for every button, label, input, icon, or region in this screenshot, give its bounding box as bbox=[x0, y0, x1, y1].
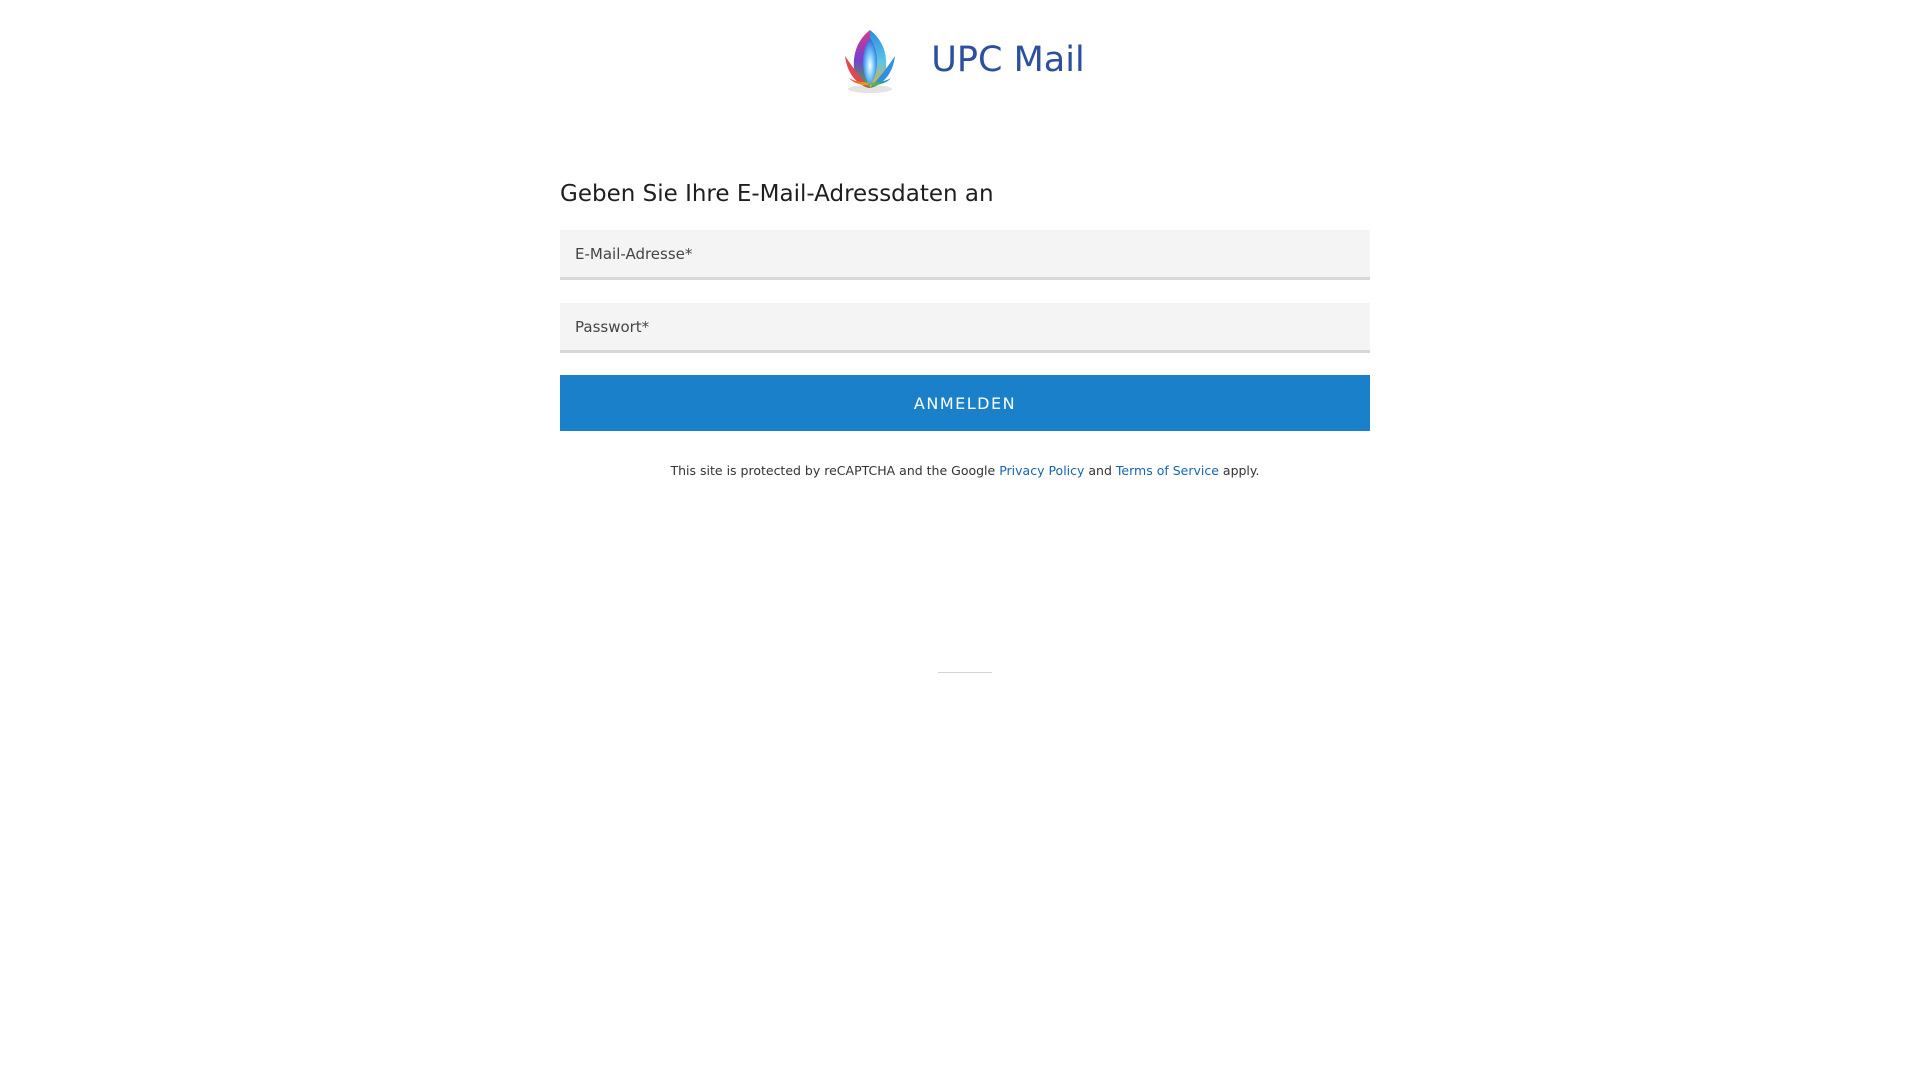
email-field[interactable] bbox=[560, 230, 1370, 277]
recaptcha-and: and bbox=[1088, 463, 1112, 478]
password-field-wrapper bbox=[560, 303, 1370, 353]
login-form: Geben Sie Ihre E-Mail-Adressdaten an ANM… bbox=[560, 176, 1370, 478]
recaptcha-prefix: This site is protected by reCAPTCHA and … bbox=[670, 463, 996, 478]
privacy-policy-link[interactable]: Privacy Policy bbox=[999, 463, 1084, 478]
login-button[interactable]: ANMELDEN bbox=[560, 375, 1370, 431]
logo: UPC Mail bbox=[839, 26, 1085, 94]
email-field-wrapper bbox=[560, 230, 1370, 280]
login-page: UPC Mail Geben Sie Ihre E-Mail-Adressdat… bbox=[0, 0, 1920, 1080]
header: UPC Mail bbox=[0, 26, 1920, 94]
divider bbox=[938, 672, 992, 673]
recaptcha-suffix: apply. bbox=[1222, 463, 1260, 478]
brand-title: UPC Mail bbox=[931, 40, 1085, 80]
password-field[interactable] bbox=[560, 303, 1370, 350]
upc-lotus-logo-icon bbox=[845, 30, 896, 93]
terms-of-service-link[interactable]: Terms of Service bbox=[1116, 463, 1219, 478]
form-heading: Geben Sie Ihre E-Mail-Adressdaten an bbox=[560, 181, 994, 207]
recaptcha-notice: This site is protected by reCAPTCHA and … bbox=[560, 463, 1370, 478]
